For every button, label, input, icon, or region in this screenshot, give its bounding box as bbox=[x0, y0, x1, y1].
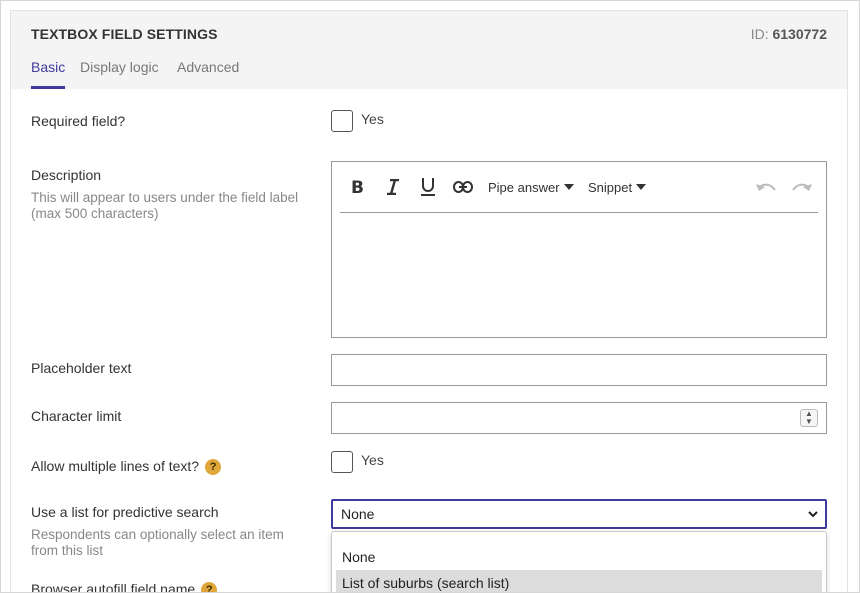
placeholder-text-input[interactable] bbox=[331, 354, 827, 386]
chevron-down-icon bbox=[563, 184, 574, 190]
underline-icon[interactable] bbox=[417, 176, 439, 198]
required-yes-label[interactable]: Yes bbox=[361, 111, 384, 127]
settings-header: TEXTBOX FIELD SETTINGS ID: 6130772 Basic… bbox=[11, 11, 847, 89]
autofill-label: Browser autofill field name bbox=[31, 581, 196, 593]
pipe-answer-dropdown[interactable]: Pipe answer bbox=[488, 176, 574, 198]
predictive-search-hint: Respondents can optionally select an ite… bbox=[31, 527, 284, 558]
tab-display-logic[interactable]: Display logic bbox=[80, 59, 159, 89]
predictive-search-label: Use a list for predictive search bbox=[31, 504, 219, 520]
snippet-label: Snippet bbox=[588, 179, 633, 195]
svg-text:B: B bbox=[351, 179, 364, 195]
help-icon[interactable]: ? bbox=[205, 459, 222, 476]
link-icon[interactable] bbox=[452, 176, 474, 198]
editor-toolbar: B Pipe answer Snippet bbox=[332, 162, 826, 212]
placeholder-text-label: Placeholder text bbox=[31, 360, 132, 376]
description-label: Description bbox=[31, 167, 102, 183]
autofill-label-row: Browser autofill field name? bbox=[31, 581, 218, 593]
toolbar-divider bbox=[340, 212, 818, 213]
description-editor[interactable]: B Pipe answer Snippet bbox=[331, 161, 827, 338]
select-value: None bbox=[341, 506, 375, 522]
required-field-label: Required field? bbox=[31, 113, 126, 129]
required-checkbox[interactable] bbox=[331, 110, 353, 132]
snippet-dropdown[interactable]: Snippet bbox=[588, 176, 647, 198]
multiline-yes-label[interactable]: Yes bbox=[361, 452, 384, 468]
tab-basic[interactable]: Basic bbox=[31, 59, 66, 89]
stepper-down-icon[interactable]: ▼ bbox=[801, 418, 817, 426]
predictive-list-select[interactable]: None bbox=[331, 499, 827, 529]
redo-icon[interactable] bbox=[790, 176, 814, 198]
settings-panel: TEXTBOX FIELD SETTINGS ID: 6130772 Basic… bbox=[10, 10, 848, 593]
option-none[interactable]: None bbox=[336, 544, 822, 570]
character-limit-input[interactable]: ▲ ▼ bbox=[331, 402, 827, 434]
help-icon[interactable]: ? bbox=[201, 582, 218, 592]
option-suburbs[interactable]: List of suburbs (search list) bbox=[336, 570, 822, 592]
undo-icon[interactable] bbox=[754, 176, 778, 198]
description-hint: This will appear to users under the fiel… bbox=[31, 190, 299, 221]
number-stepper[interactable]: ▲ ▼ bbox=[800, 409, 818, 427]
field-id: ID: 6130772 bbox=[751, 26, 827, 42]
predictive-list-options: None List of suburbs (search list) bbox=[331, 531, 827, 592]
italic-icon[interactable] bbox=[382, 176, 404, 198]
multiline-label-row: Allow multiple lines of text?? bbox=[31, 458, 222, 476]
multiline-label: Allow multiple lines of text? bbox=[31, 458, 200, 474]
settings-window: TEXTBOX FIELD SETTINGS ID: 6130772 Basic… bbox=[0, 0, 860, 593]
tab-advanced[interactable]: Advanced bbox=[177, 59, 239, 89]
field-id-value: 6130772 bbox=[772, 26, 827, 42]
pipe-answer-label: Pipe answer bbox=[488, 179, 560, 195]
bold-icon[interactable]: B bbox=[346, 176, 368, 198]
field-id-label: ID: bbox=[750, 26, 769, 42]
page-title: TEXTBOX FIELD SETTINGS bbox=[31, 26, 218, 42]
chevron-down-icon bbox=[636, 184, 647, 190]
character-limit-label: Character limit bbox=[31, 408, 122, 424]
chevron-down-icon bbox=[807, 506, 819, 527]
multiline-checkbox[interactable] bbox=[331, 451, 353, 473]
